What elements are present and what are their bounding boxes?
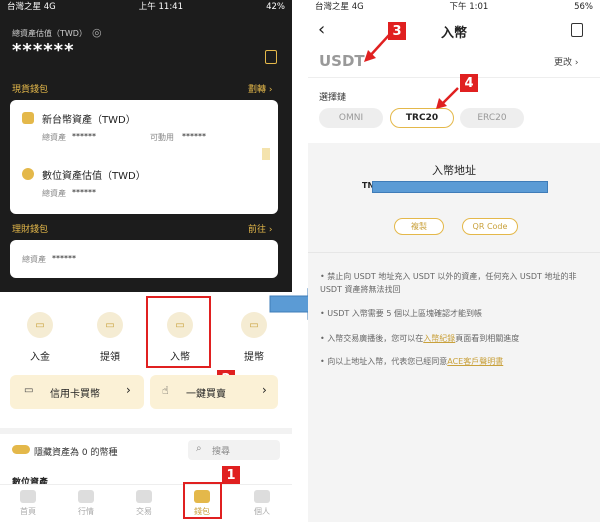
coin-name: USDT — [319, 52, 365, 70]
goto-link[interactable]: 前往 › — [248, 222, 272, 235]
status-bar: 台灣之星 4G 上午 11:41 42% — [7, 2, 285, 12]
copy-button[interactable]: 複製 — [394, 218, 444, 235]
qr-code-button[interactable]: QR Code — [462, 218, 518, 235]
chevron-right-icon: › — [126, 383, 131, 397]
page-title: 入幣 — [440, 26, 467, 41]
left-screen: 台灣之星 4G 上午 11:41 42% 總資產估值（TWD） ◎ ******… — [0, 0, 292, 522]
tap-icon: ☝ — [162, 384, 169, 397]
record-icon[interactable] — [265, 50, 277, 64]
swap-icon — [136, 490, 152, 503]
crypto-icon — [22, 168, 34, 180]
total-asset-label: 總資產估值（TWD） — [12, 29, 87, 38]
withdraw-icon: ▭ — [97, 312, 123, 338]
crypto-title: 數位資產估值（TWD） — [42, 171, 146, 182]
right-screen: 台灣之星 4G 下午 1:01 56% ‹ 入幣 USDT 更改 › 選擇鏈 O… — [308, 0, 600, 522]
deposit-fiat-button[interactable]: ▭ 入金 — [10, 312, 70, 363]
crypto-total-label: 總資產 — [42, 189, 66, 198]
chain-erc20[interactable]: ERC20 — [460, 108, 524, 128]
hide-zero-toggle[interactable] — [12, 445, 30, 454]
transfer-link[interactable]: 劃轉 › — [248, 82, 272, 95]
fiat-avail-value: ****** — [182, 132, 206, 141]
finance-wallet-card: 總資產 ****** — [10, 240, 278, 278]
address-title: 入幣地址 — [432, 164, 476, 177]
spot-wallet-card: 新台幣資產（TWD） 總資產 ****** 可動用 ****** 數位資產估值（… — [10, 100, 278, 214]
chevron-right-icon: › — [262, 383, 267, 397]
finance-wallet-title: 理財錢包 — [12, 225, 49, 235]
one-click-trade-label: 一鍵買賣 — [186, 389, 226, 400]
fiat-title: 新台幣資產（TWD） — [42, 115, 136, 126]
spot-wallet-title: 現貨錢包 — [12, 85, 49, 95]
deposit-record-link[interactable]: 入幣紀錄 — [423, 334, 455, 343]
total-asset-value: ****** — [12, 40, 75, 61]
notice-3: • 入幣交易廣播後，您可以在入幣紀錄頁面看到相關進度 — [320, 334, 520, 343]
change-coin-link[interactable]: 更改 › — [554, 55, 578, 68]
status-bar: 台灣之星 4G 下午 1:01 56% — [315, 2, 593, 12]
nav-home[interactable]: 首頁 — [8, 490, 48, 517]
fiat-total-label: 總資產 — [42, 133, 66, 142]
card-accent — [262, 148, 270, 160]
divider — [308, 252, 600, 253]
divider — [308, 77, 600, 78]
fiat-icon — [22, 112, 34, 124]
address-redacted — [372, 181, 548, 193]
chart-icon — [78, 490, 94, 503]
fiat-avail-label: 可動用 — [150, 133, 174, 142]
notice-1: • 禁止向 USDT 地址充入 USDT 以外的資產，任何充入 USDT 地址的… — [320, 272, 577, 294]
credit-card-buy-button[interactable]: ▭ 信用卡買幣 › — [10, 375, 144, 409]
step-tag-1: 1 — [222, 466, 240, 484]
finance-total-value: ****** — [52, 254, 76, 263]
eye-off-icon[interactable]: ◎ — [92, 26, 102, 39]
wallet-out-icon: ▭ — [241, 312, 267, 338]
finance-total-label: 總資產 — [22, 255, 46, 264]
record-icon[interactable] — [571, 23, 583, 37]
card-icon: ▭ — [24, 385, 34, 396]
notice-4: • 向以上地址入幣，代表您已經同意ACE客戶聲明書 — [320, 357, 504, 366]
search-input[interactable]: ⌕ 搜尋 — [188, 440, 280, 460]
crypto-total-value: ****** — [72, 188, 96, 197]
divider — [0, 428, 292, 434]
highlight-box-2 — [146, 296, 211, 368]
step-tag-3: 3 — [388, 22, 406, 40]
nav-profile[interactable]: 個人 — [242, 490, 282, 517]
notice-2: • USDT 入幣需要 5 個以上區塊確認才能到帳 — [320, 309, 482, 318]
chain-omni[interactable]: OMNI — [319, 108, 383, 128]
chain-label: 選擇鏈 — [319, 93, 347, 103]
highlight-box-1 — [183, 482, 222, 519]
deposit-icon: ▭ — [27, 312, 53, 338]
search-icon: ⌕ — [196, 443, 202, 454]
client-statement-link[interactable]: ACE客戶聲明書 — [447, 357, 503, 366]
home-icon — [20, 490, 36, 503]
fiat-total-value: ****** — [72, 132, 96, 141]
one-click-trade-button[interactable]: ☝ 一鍵買賣 › — [150, 375, 278, 409]
user-icon — [254, 490, 270, 503]
step-tag-4: 4 — [460, 74, 478, 92]
nav-trade[interactable]: 交易 — [124, 490, 164, 517]
hide-zero-label: 隱藏資產為 0 的幣種 — [34, 448, 118, 458]
credit-card-buy-label: 信用卡買幣 — [50, 389, 100, 400]
chain-trc20[interactable]: TRC20 — [390, 108, 454, 128]
nav-market[interactable]: 行情 — [66, 490, 106, 517]
withdraw-fiat-button[interactable]: ▭ 提領 — [80, 312, 140, 363]
search-placeholder: 搜尋 — [212, 447, 231, 457]
